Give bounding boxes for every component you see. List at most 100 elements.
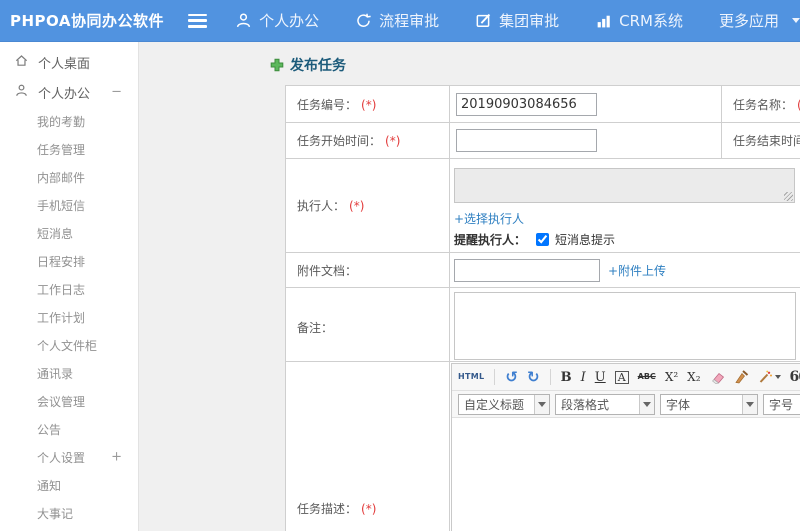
task-form-table: 任务编号：(*) 任务名称：(*) 任务开始时间：(*) bbox=[285, 85, 800, 368]
remind-executor-label: 提醒执行人： bbox=[454, 233, 527, 247]
sidebar-item-short-message[interactable]: 短消息 bbox=[0, 219, 138, 247]
editor-toolbar-row1: HTML ↺ ↻ B I U A ABC X² X₂ 6 bbox=[452, 364, 800, 391]
sidebar-item-schedule[interactable]: 日程安排 bbox=[0, 247, 138, 275]
sidebar-item-label: 日程安排 bbox=[37, 254, 86, 269]
sidebar-item-task-management[interactable]: 任务管理 bbox=[0, 135, 138, 163]
choose-executor-link[interactable]: +选择执行人 bbox=[454, 212, 524, 226]
user-icon bbox=[235, 12, 252, 29]
hamburger-menu-icon[interactable] bbox=[187, 13, 208, 28]
sidebar-item-label: 个人文件柜 bbox=[37, 338, 98, 353]
user-icon bbox=[14, 83, 29, 102]
nav-more-apps[interactable]: 更多应用 bbox=[719, 10, 800, 31]
superscript-button[interactable]: X² bbox=[665, 371, 678, 383]
italic-button[interactable]: I bbox=[581, 371, 586, 384]
app-logo: PHPOA协同办公软件 bbox=[10, 12, 164, 30]
expand-icon[interactable]: + bbox=[111, 450, 122, 465]
strikethrough-button[interactable]: ABC bbox=[638, 373, 656, 381]
font-size-select[interactable]: 字号 bbox=[763, 393, 800, 415]
paragraph-format-select[interactable]: 段落格式 bbox=[555, 393, 655, 415]
caret-down-icon bbox=[742, 394, 757, 414]
bar-chart-icon bbox=[595, 12, 612, 29]
attachment-label-cell: 附件文档： bbox=[285, 252, 450, 288]
attachment-input[interactable] bbox=[454, 258, 600, 282]
description-label-cell: 任务描述： (*) bbox=[285, 361, 450, 531]
sidebar-item-personal-desktop[interactable]: 个人桌面 bbox=[0, 47, 138, 77]
required-mark: (*) bbox=[361, 502, 377, 516]
sidebar-item-work-log[interactable]: 工作日志 bbox=[0, 275, 138, 303]
executor-field-cell: +选择执行人 提醒执行人： 短消息提示 bbox=[449, 158, 800, 253]
task-name-label-cell: 任务名称：(*) bbox=[721, 85, 800, 123]
sidebar-item-news[interactable]: 新闻 bbox=[0, 527, 138, 531]
sidebar-item-label: 公告 bbox=[37, 422, 62, 437]
bold-button[interactable]: B bbox=[561, 371, 572, 384]
eraser-icon[interactable] bbox=[710, 371, 725, 384]
home-icon bbox=[14, 53, 29, 72]
sidebar-item-label: 工作计划 bbox=[37, 310, 86, 325]
sidebar-item-label: 个人办公 bbox=[38, 86, 91, 102]
format-wand-icon[interactable] bbox=[758, 370, 781, 384]
add-plus-icon bbox=[270, 58, 284, 72]
editor-toolbar-row2: 自定义标题 段落格式 字体 字号 bbox=[452, 391, 800, 418]
remark-field-cell bbox=[449, 287, 800, 368]
start-time-input[interactable] bbox=[456, 129, 597, 152]
caret-down-icon bbox=[774, 375, 781, 379]
blockquote-button[interactable]: 66 bbox=[790, 370, 800, 384]
subscript-button[interactable]: X₂ bbox=[687, 371, 700, 383]
sidebar-item-my-attendance[interactable]: 我的考勤 bbox=[0, 107, 138, 135]
sidebar-item-personal-files[interactable]: 个人文件柜 bbox=[0, 331, 138, 359]
start-time-field-cell bbox=[449, 122, 722, 159]
sidebar-item-meeting-management[interactable]: 会议管理 bbox=[0, 387, 138, 415]
caret-down-icon bbox=[792, 18, 800, 23]
remark-label-cell: 备注： bbox=[285, 287, 450, 368]
sidebar-item-label: 通讯录 bbox=[37, 366, 74, 381]
main-content: 发布任务 任务编号：(*) 任务名称：(*) bbox=[140, 42, 800, 531]
process-icon bbox=[355, 12, 372, 29]
sidebar-item-label: 内部邮件 bbox=[37, 170, 86, 185]
redo-button[interactable]: ↻ bbox=[527, 369, 540, 385]
remark-textarea[interactable] bbox=[454, 292, 796, 360]
sidebar-item-personal-office[interactable]: 个人办公 − bbox=[0, 77, 138, 107]
sidebar-item-announcement[interactable]: 公告 bbox=[0, 415, 138, 443]
nav-process-approval[interactable]: 流程审批 bbox=[355, 10, 439, 31]
end-time-label-cell: 任务结束时间：(*) bbox=[721, 122, 800, 159]
edit-square-icon bbox=[475, 12, 492, 29]
sidebar-item-notification[interactable]: 通知 bbox=[0, 471, 138, 499]
nav-group-approval[interactable]: 集团审批 bbox=[475, 10, 559, 31]
resize-handle[interactable] bbox=[784, 192, 793, 201]
nav-personal-office[interactable]: 个人办公 bbox=[235, 10, 319, 31]
attachment-upload-link[interactable]: +附件上传 bbox=[608, 262, 666, 279]
sidebar-item-personal-settings[interactable]: 个人设置 + bbox=[0, 443, 138, 471]
sidebar-item-label: 个人设置 bbox=[37, 450, 86, 465]
sidebar-item-label: 通知 bbox=[37, 478, 62, 493]
sidebar-item-mobile-sms[interactable]: 手机短信 bbox=[0, 191, 138, 219]
format-brush-icon[interactable] bbox=[734, 370, 749, 384]
nav-label: 更多应用 bbox=[718, 12, 779, 30]
nav-label: 集团审批 bbox=[499, 12, 560, 30]
sidebar-item-contacts[interactable]: 通讯录 bbox=[0, 359, 138, 387]
font-family-select[interactable]: 字体 bbox=[660, 393, 758, 415]
description-field-cell: HTML ↺ ↻ B I U A ABC X² X₂ 6 自定义标题 段落格式 … bbox=[449, 361, 800, 531]
sms-notify-label: 短消息提示 bbox=[555, 233, 616, 247]
html-source-button[interactable]: HTML bbox=[458, 373, 484, 381]
start-time-label-cell: 任务开始时间： (*) bbox=[285, 122, 450, 159]
nav-label: 流程审批 bbox=[379, 12, 440, 30]
rich-text-editor: HTML ↺ ↻ B I U A ABC X² X₂ 6 自定义标题 段落格式 … bbox=[451, 363, 800, 531]
sidebar-item-label: 工作日志 bbox=[37, 282, 86, 297]
required-mark: (*) bbox=[361, 97, 377, 112]
custom-heading-select[interactable]: 自定义标题 bbox=[458, 393, 550, 415]
editor-content-area[interactable] bbox=[452, 418, 800, 531]
sidebar: 个人桌面 个人办公 − 我的考勤 任务管理 内部邮件 手机短信 短消息 日程安排… bbox=[0, 42, 139, 531]
sidebar-item-internal-mail[interactable]: 内部邮件 bbox=[0, 163, 138, 191]
sidebar-item-major-events[interactable]: 大事记 bbox=[0, 499, 138, 527]
collapse-icon[interactable]: − bbox=[111, 85, 122, 100]
executor-selection-box[interactable] bbox=[454, 168, 795, 203]
font-style-button[interactable]: A bbox=[614, 370, 629, 384]
sms-notify-checkbox[interactable] bbox=[536, 233, 550, 246]
task-number-input[interactable] bbox=[456, 92, 597, 116]
underline-button[interactable]: U bbox=[595, 371, 606, 384]
nav-crm-system[interactable]: CRM系统 bbox=[595, 10, 683, 31]
sidebar-item-work-plan[interactable]: 工作计划 bbox=[0, 303, 138, 331]
nav-label: 个人办公 bbox=[259, 12, 320, 30]
task-number-label-cell: 任务编号： (*) bbox=[285, 85, 450, 123]
undo-button[interactable]: ↺ bbox=[505, 369, 518, 385]
